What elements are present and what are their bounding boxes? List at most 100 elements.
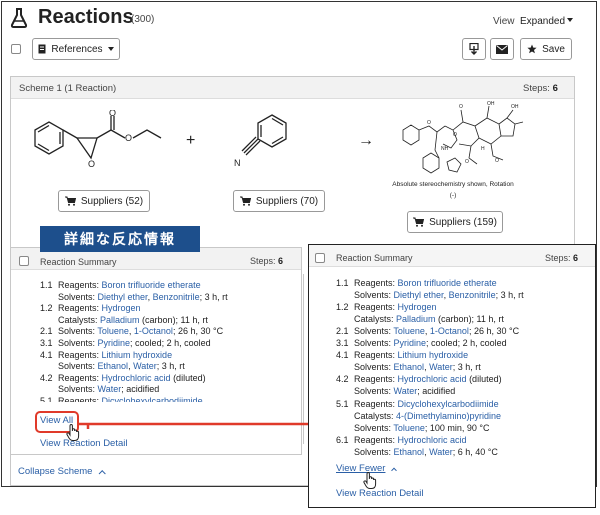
step-number: 2.1 <box>40 326 53 337</box>
substance-link[interactable]: 1-Octanol <box>134 326 173 336</box>
cart-icon <box>413 217 425 227</box>
condition-text: ; 26 h, 30 °C <box>172 326 224 337</box>
substance-link[interactable]: 1-Octanol <box>430 326 469 336</box>
chevron-down-icon[interactable] <box>567 18 573 22</box>
email-button[interactable] <box>490 38 514 60</box>
condition-text: Solvents: <box>354 422 394 433</box>
substance-link[interactable]: Hydrogen <box>398 302 437 312</box>
popup-view-reaction-detail-link[interactable]: View Reaction Detail <box>336 488 423 499</box>
condition-text: Solvents: <box>58 384 98 395</box>
substance-link[interactable]: Palladium <box>100 315 140 325</box>
steps-label: Steps: <box>250 256 276 266</box>
substance-link[interactable]: Pyridine <box>394 338 427 348</box>
summary-line: Solvents: Diethyl ether, Benzonitrile; 3… <box>40 291 228 303</box>
substance-link[interactable]: Water <box>394 386 418 396</box>
step-number: 1.2 <box>336 302 349 313</box>
step-number: 4.2 <box>336 374 349 385</box>
substance-link[interactable]: Ethanol <box>394 362 425 372</box>
summary-line: 2.1 Solvents: Toluene, 1-Octanol; 26 h, 3… <box>336 325 519 337</box>
summary-line: 1.1 Reagents: Boron trifluoride etherate <box>40 279 201 291</box>
substance-link[interactable]: Water <box>429 362 453 372</box>
condition-text: Reagents: <box>58 396 102 402</box>
substance-link[interactable]: Ethanol <box>98 361 129 371</box>
download-icon <box>469 43 479 55</box>
substance-link[interactable]: Diethyl ether <box>98 292 148 302</box>
substance-link[interactable]: Hydrochloric acid <box>398 435 467 445</box>
svg-text:O: O <box>109 110 116 118</box>
save-button[interactable]: Save <box>520 38 572 60</box>
substance-link[interactable]: Hydrochloric acid <box>398 374 467 384</box>
substance-link[interactable]: Toluene <box>97 326 129 336</box>
reaction-checkbox[interactable] <box>19 256 29 266</box>
envelope-icon <box>496 44 508 54</box>
svg-text:O: O <box>465 159 469 165</box>
step-number: 4.2 <box>40 372 53 383</box>
condition-text: ; 3 h, rt <box>495 290 524 301</box>
suppliers-button-1[interactable]: Suppliers (52) <box>58 190 150 212</box>
condition-text: ; cooled; 2 h, cooled <box>130 338 211 348</box>
condition-text: Solvents: <box>58 338 98 348</box>
summary-line: Solvents: Diethyl ether, Benzonitrile; 3… <box>336 289 524 301</box>
download-button[interactable] <box>462 38 486 60</box>
condition-text: (carbon); 11 h, rt <box>139 314 208 325</box>
substance-link[interactable]: Diethyl ether <box>394 290 444 300</box>
svg-text:O: O <box>453 132 457 138</box>
references-button[interactable]: References <box>32 38 120 60</box>
substance-link[interactable]: Water <box>429 447 453 457</box>
summary-line: 1.1 Reagents: Boron trifluoride etherate <box>336 277 497 289</box>
collapse-scheme-label: Collapse Scheme <box>18 466 93 477</box>
product-structure: O NH O OH O O OH H O <box>402 101 524 174</box>
suppliers-button-3[interactable]: Suppliers (159) <box>407 211 503 233</box>
cart-icon <box>64 196 76 206</box>
substance-link[interactable]: Benzonitrile <box>449 290 496 300</box>
condition-text: Reagents: <box>354 350 398 361</box>
summary-line: Catalysts: Palladium (carbon); 11 h, rt <box>336 313 504 325</box>
substance-link[interactable]: Hydrogen <box>102 303 141 313</box>
condition-text: Reagents: <box>354 278 398 288</box>
substance-link[interactable]: Boron trifluoride etherate <box>102 280 201 290</box>
collapse-scheme-link[interactable]: Collapse Scheme <box>18 466 106 478</box>
substance-link[interactable]: Boron trifluoride etherate <box>398 278 497 288</box>
references-label: References <box>51 43 103 55</box>
suppliers-label-1: Suppliers (52) <box>80 195 144 207</box>
substance-link[interactable]: Dicyclohexylcarbodiimide <box>102 396 203 402</box>
substance-link[interactable]: Dicyclohexylcarbodiimide <box>398 399 499 409</box>
plus-sign: + <box>186 132 196 149</box>
condition-text: ; cooled; 2 h, cooled <box>426 338 507 349</box>
substance-link[interactable]: Water <box>133 361 157 371</box>
condition-text: Reagents: <box>354 302 398 313</box>
step-number: 2.1 <box>336 326 349 337</box>
suppliers-label-3: Suppliers (159) <box>429 216 497 228</box>
substance-link[interactable]: Benzonitrile <box>153 292 200 302</box>
steps-value: 6 <box>552 83 558 94</box>
substance-link[interactable]: Lithium hydroxide <box>102 350 173 360</box>
select-all-checkbox[interactable] <box>11 44 21 54</box>
summary-line: Solvents: Water; acidified <box>336 385 455 397</box>
substance-link[interactable]: Ethanol <box>394 447 425 457</box>
stereochemistry-note-line2: (-) <box>449 192 457 199</box>
step-number: 4.1 <box>336 350 349 361</box>
svg-text:O: O <box>459 104 463 110</box>
summary-line: Solvents: Ethanol, Water; 3 h, rt <box>40 360 185 372</box>
substance-link[interactable]: Pyridine <box>98 338 131 348</box>
condition-text: Reagents: <box>58 280 102 290</box>
substance-link[interactable]: Hydrochloric acid <box>102 373 171 383</box>
step-number: 1.2 <box>40 303 53 314</box>
substance-link[interactable]: Lithium hydroxide <box>398 350 469 360</box>
condition-text: Solvents: <box>354 338 394 349</box>
summary-line: 1.2 Reagents: Hydrogen <box>40 302 141 314</box>
substance-link[interactable]: Water <box>98 384 122 394</box>
substance-link[interactable]: Toluene <box>393 326 425 336</box>
view-dropdown[interactable]: Expanded <box>520 16 565 27</box>
view-reaction-detail-link[interactable]: View Reaction Detail <box>40 438 127 449</box>
popup-steps: Steps: 6 <box>545 253 578 263</box>
substance-link[interactable]: Palladium <box>396 314 436 324</box>
suppliers-button-2[interactable]: Suppliers (70) <box>233 190 325 212</box>
substance-link[interactable]: 4-(Dimethylamino)pyridine <box>396 411 501 421</box>
condition-text: Solvents: <box>354 386 394 397</box>
condition-text: ; 3 h, rt <box>199 291 228 302</box>
substance-link[interactable]: Toluene <box>393 423 425 433</box>
summary-line: 4.2 Reagents: Hydrochloric acid (diluted) <box>336 373 502 385</box>
condition-text: Solvents: <box>354 446 394 457</box>
popup-reaction-checkbox[interactable] <box>315 253 325 263</box>
